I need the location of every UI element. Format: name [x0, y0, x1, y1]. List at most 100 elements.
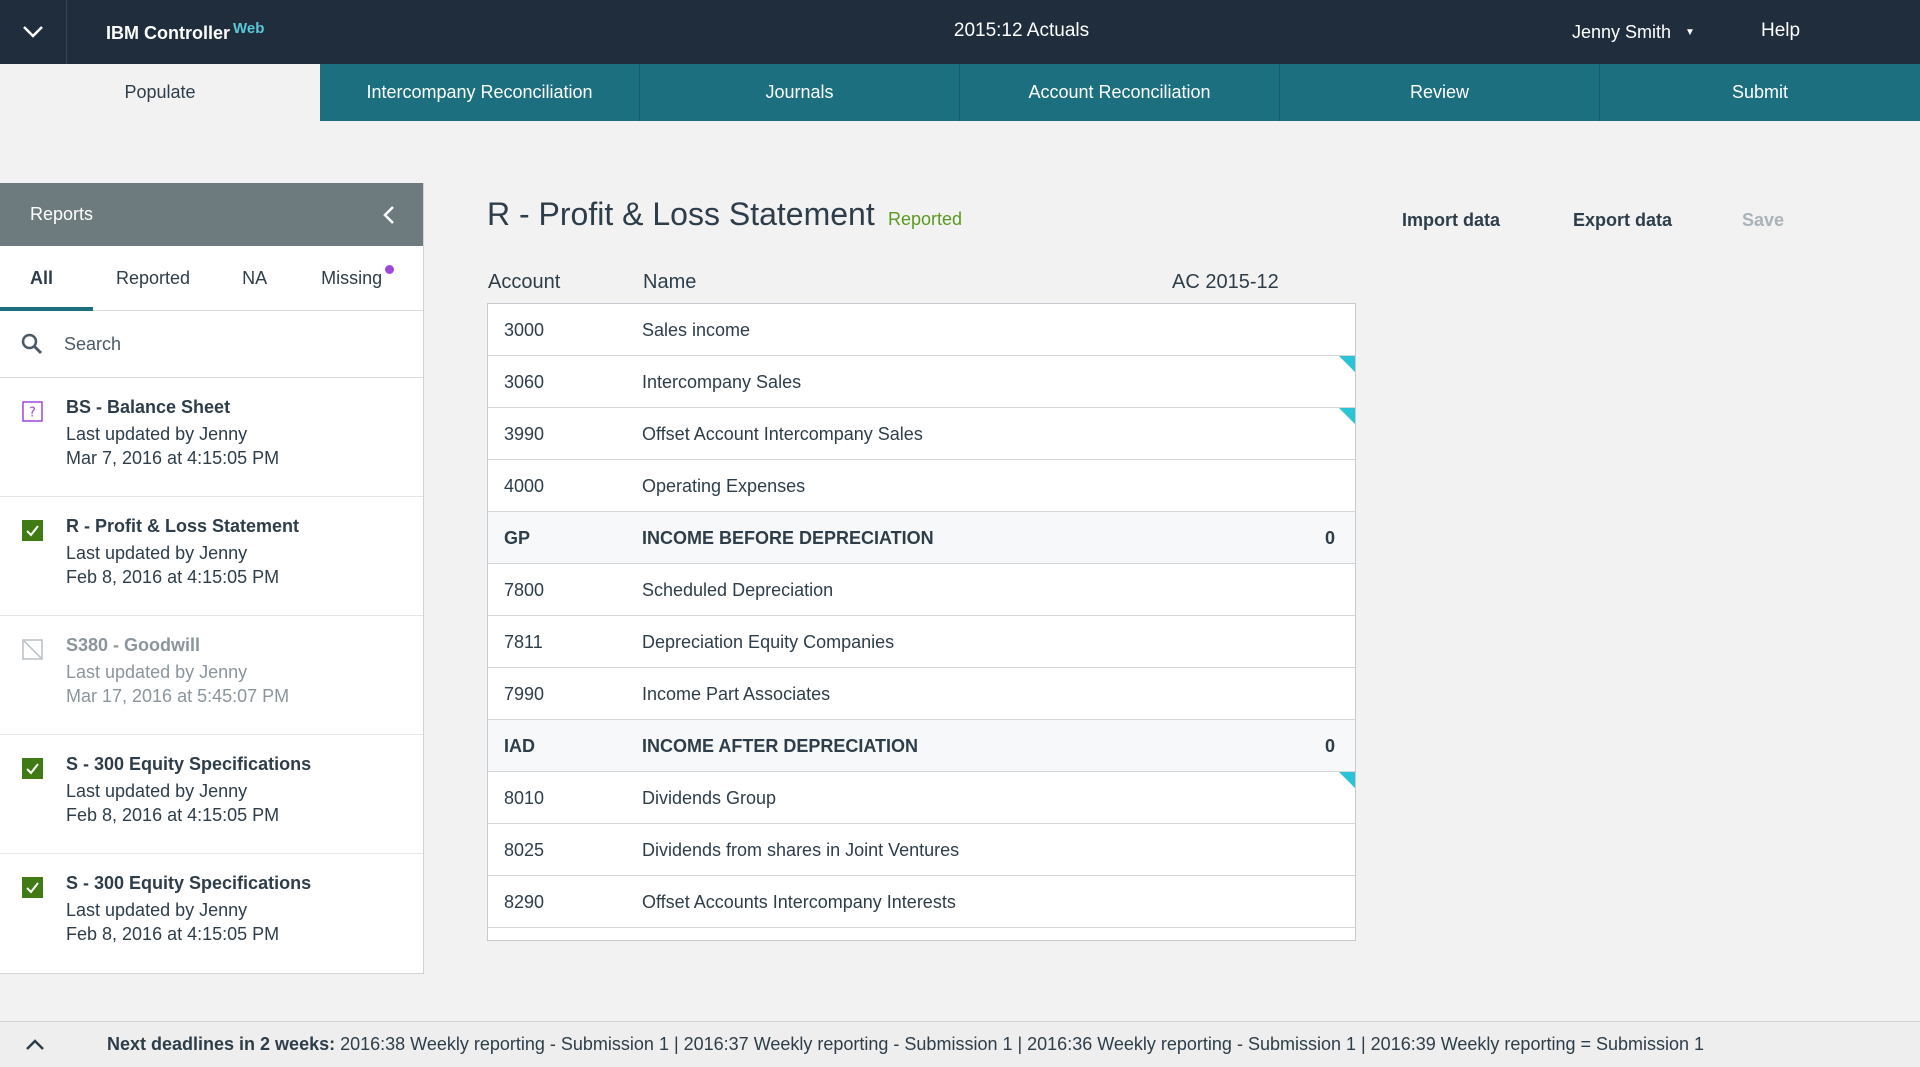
account-cell: 8025: [504, 840, 545, 860]
report-date: Mar 17, 2016 at 5:45:07 PM: [66, 686, 290, 706]
name-cell: Offset Accounts Intercompany Interests: [642, 892, 956, 912]
tab-account-reconciliation[interactable]: Account Reconciliation: [960, 64, 1280, 121]
report-item-goodwill[interactable]: S380 - Goodwill Last updated by Jenny Ma…: [0, 616, 423, 735]
import-data-button[interactable]: Import data: [1402, 210, 1500, 231]
name-cell: Offset Account Intercompany Sales: [642, 424, 923, 444]
name-cell: INCOME BEFORE DEPRECIATION: [642, 528, 934, 548]
expand-footer-button[interactable]: [0, 1022, 70, 1067]
chevron-up-icon: [26, 1038, 44, 1050]
pl-data-table: 3000 Sales income 3060 Intercompany Sale…: [487, 303, 1356, 941]
checked-status-icon: [22, 877, 43, 898]
account-cell: 4000: [504, 476, 545, 496]
caret-down-icon: ▼: [1685, 27, 1695, 38]
user-menu[interactable]: Jenny Smith ▼: [1572, 22, 1695, 43]
help-link[interactable]: Help: [1761, 20, 1800, 42]
save-button[interactable]: Save: [1742, 210, 1784, 231]
filter-tab-na[interactable]: NA: [242, 246, 267, 311]
report-title: BS - Balance Sheet: [66, 397, 231, 417]
filter-tab-label: Reported: [116, 268, 191, 288]
account-cell: 3060: [504, 372, 545, 392]
checked-status-icon: [22, 758, 43, 779]
filter-tab-missing[interactable]: Missing: [321, 246, 395, 311]
report-updated-by: Last updated by Jenny: [66, 662, 248, 682]
comment-flag-icon[interactable]: [1339, 408, 1355, 424]
name-cell: Operating Expenses: [642, 476, 806, 496]
checked-status-icon: [22, 520, 43, 541]
account-cell: 7811: [504, 632, 543, 652]
report-item-profit-loss[interactable]: R - Profit & Loss Statement Last updated…: [0, 497, 423, 616]
account-cell: IAD: [504, 736, 535, 756]
missing-indicator-dot: [385, 265, 395, 274]
table-row[interactable]: 7990 Income Part Associates: [488, 668, 1355, 720]
report-updated-by: Last updated by Jenny: [66, 781, 248, 801]
table-row[interactable]: 3060 Intercompany Sales: [488, 356, 1355, 408]
reports-sidebar: Reports All Reported NA Missing ?: [0, 183, 424, 974]
report-title: S380 - Goodwill: [66, 635, 201, 655]
account-cell: 3000: [504, 320, 545, 340]
user-name: Jenny Smith: [1572, 22, 1672, 42]
report-date: Mar 7, 2016 at 4:15:05 PM: [66, 448, 280, 468]
svg-text:?: ?: [29, 406, 36, 421]
report-date: Feb 8, 2016 at 4:15:05 PM: [66, 567, 280, 587]
value-cell: 0: [1324, 736, 1335, 756]
sidebar-header: Reports: [0, 183, 423, 246]
chevron-left-icon[interactable]: [383, 205, 395, 225]
table-row[interactable]: 3990 Offset Account Intercompany Sales: [488, 408, 1355, 460]
deadlines-list[interactable]: 2016:38 Weekly reporting - Submission 1 …: [340, 1034, 1704, 1054]
report-updated-by: Last updated by Jenny: [66, 424, 248, 444]
tab-submit[interactable]: Submit: [1600, 64, 1920, 121]
search-input[interactable]: [64, 333, 364, 355]
report-item-equity-specifications[interactable]: S - 300 Equity Specifications Last updat…: [0, 854, 423, 973]
name-cell: INCOME AFTER DEPRECIATION: [642, 736, 919, 756]
comment-flag-icon[interactable]: [1339, 356, 1355, 372]
name-cell: Intercompany Sales: [642, 372, 802, 392]
report-filter-tabs: All Reported NA Missing: [0, 246, 423, 311]
name-cell: Income Part Associates: [642, 684, 831, 704]
tab-intercompany-reconciliation[interactable]: Intercompany Reconciliation: [320, 64, 640, 121]
table-row[interactable]: 8025 Dividends from shares in Joint Vent…: [488, 824, 1355, 876]
workflow-tabs: Populate Intercompany Reconciliation Jou…: [0, 64, 1920, 121]
report-date: Feb 8, 2016 at 4:15:05 PM: [66, 805, 280, 825]
filter-tab-all[interactable]: All: [30, 246, 53, 311]
deadlines-text: Next deadlines in 2 weeks: 2016:38 Weekl…: [107, 1034, 1704, 1055]
column-header-value: AC 2015-12: [1172, 271, 1279, 293]
app-header: IBM Controller Web 2015:12 Actuals Jenny …: [0, 0, 1920, 64]
column-header-name: Name: [643, 271, 697, 293]
not-applicable-status-icon: [22, 639, 43, 660]
account-cell: 7800: [504, 580, 545, 600]
table-row[interactable]: 7811 Depreciation Equity Companies: [488, 616, 1355, 668]
status-badge: Reported: [888, 209, 963, 229]
export-data-button[interactable]: Export data: [1573, 210, 1672, 231]
search-icon: [21, 333, 43, 355]
column-header-account: Account: [488, 271, 561, 293]
filter-tab-label: Missing: [321, 268, 383, 288]
filter-tab-label: All: [30, 268, 54, 288]
report-item-balance-sheet[interactable]: ? BS - Balance Sheet Last updated by Jen…: [0, 378, 423, 497]
subtotal-row: GP INCOME BEFORE DEPRECIATION 0: [488, 512, 1355, 564]
name-cell: Dividends from shares in Joint Ventures: [642, 840, 960, 860]
tab-populate[interactable]: Populate: [0, 64, 320, 121]
report-item-equity-specifications[interactable]: S - 300 Equity Specifications Last updat…: [0, 735, 423, 854]
name-cell: Dividends Group: [642, 788, 777, 808]
account-cell: 7990: [504, 684, 545, 704]
sidebar-title: Reports: [30, 204, 94, 224]
report-title: S - 300 Equity Specifications: [66, 873, 312, 893]
comment-flag-icon[interactable]: [1339, 772, 1355, 788]
table-row[interactable]: 8010 Dividends Group: [488, 772, 1355, 824]
deadlines-bar: Next deadlines in 2 weeks: 2016:38 Weekl…: [0, 1021, 1920, 1067]
account-cell: GP: [504, 528, 531, 548]
table-row[interactable]: 7800 Scheduled Depreciation: [488, 564, 1355, 616]
active-filter-indicator: [0, 307, 93, 311]
value-cell: 0: [1324, 528, 1335, 548]
tab-review[interactable]: Review: [1280, 64, 1600, 121]
filter-tab-label: NA: [242, 268, 268, 288]
name-cell: Scheduled Depreciation: [642, 580, 834, 600]
tab-journals[interactable]: Journals: [640, 64, 960, 121]
search-bar: [0, 311, 423, 378]
table-row[interactable]: 8290 Offset Accounts Intercompany Intere…: [488, 876, 1355, 928]
filter-tab-reported[interactable]: Reported: [116, 246, 190, 311]
report-title: S - 300 Equity Specifications: [66, 754, 312, 774]
table-row[interactable]: 4000 Operating Expenses: [488, 460, 1355, 512]
table-row[interactable]: 3000 Sales income: [488, 304, 1355, 356]
subtotal-row: IAD INCOME AFTER DEPRECIATION 0: [488, 720, 1355, 772]
